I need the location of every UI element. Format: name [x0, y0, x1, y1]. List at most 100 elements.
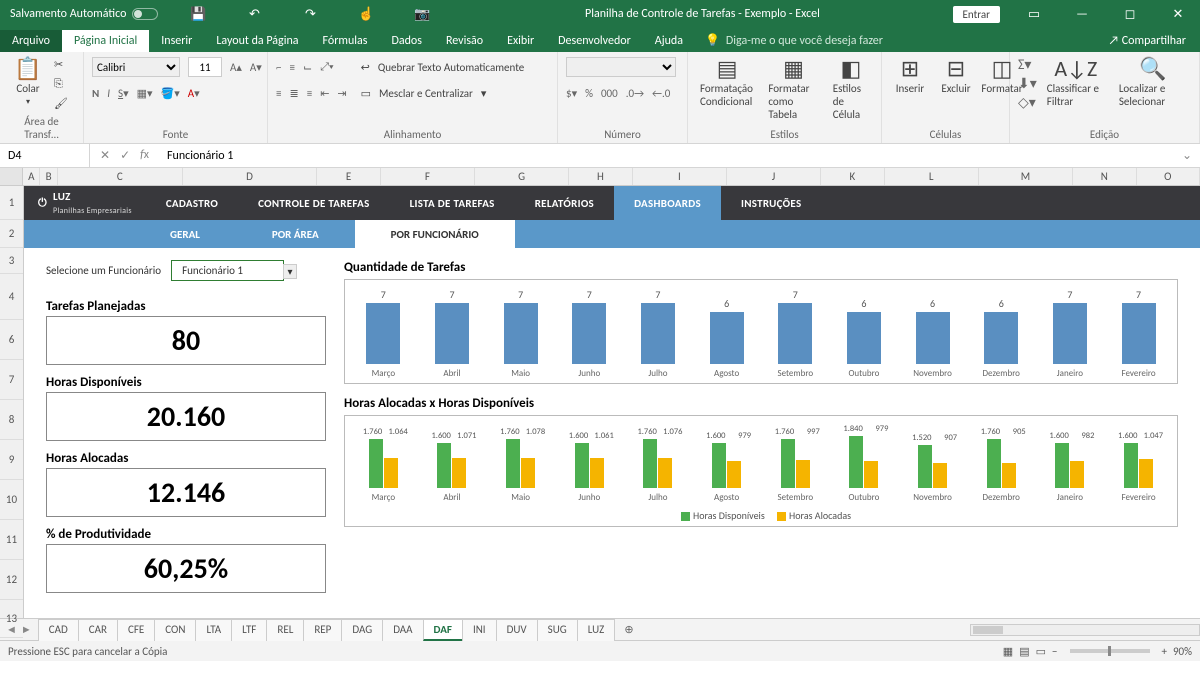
- font-color-icon[interactable]: A▾: [188, 87, 200, 100]
- tab-data[interactable]: Dados: [379, 30, 433, 52]
- delete-cells-button[interactable]: ⊟Excluir: [936, 56, 976, 97]
- align-top-icon[interactable]: ⌐: [276, 61, 281, 74]
- sub-nav-item[interactable]: POR FUNCIONÁRIO: [355, 220, 515, 248]
- dash-nav-item[interactable]: RELATÓRIOS: [515, 186, 614, 220]
- sub-nav-item[interactable]: POR ÁREA: [236, 220, 355, 248]
- sheet-tab[interactable]: LTA: [195, 619, 232, 641]
- format-painter-icon[interactable]: 🖌: [54, 97, 68, 110]
- align-left-icon[interactable]: ≡: [276, 87, 281, 100]
- name-box[interactable]: D4: [0, 144, 90, 167]
- normal-view-icon[interactable]: ▦: [1003, 645, 1013, 658]
- page-layout-icon[interactable]: ▤: [1019, 645, 1029, 658]
- ribbon-opts-icon[interactable]: ▭: [1012, 0, 1056, 28]
- indent-dec-icon[interactable]: ⇤: [320, 87, 329, 100]
- tab-layout[interactable]: Layout da Página: [204, 30, 310, 52]
- expand-formula-icon[interactable]: ⌄: [1182, 148, 1200, 163]
- zoom-slider[interactable]: [1070, 649, 1150, 653]
- sheet-tab[interactable]: LTF: [231, 619, 267, 641]
- dash-nav-item[interactable]: CADASTRO: [146, 186, 238, 220]
- bold-icon[interactable]: N: [92, 87, 99, 100]
- align-bottom-icon[interactable]: ⌙: [303, 61, 312, 74]
- orientation-icon[interactable]: ⤢▾: [320, 60, 333, 74]
- zoom-in-icon[interactable]: +: [1162, 645, 1167, 658]
- worksheet-canvas[interactable]: ⏻ LUZPlanilhas Empresariais CADASTROCONT…: [24, 186, 1200, 618]
- indent-inc-icon[interactable]: ⇥: [337, 87, 346, 100]
- row-headers[interactable]: 1234678910111213: [0, 186, 24, 618]
- conditional-format-button[interactable]: ▤Formatação Condicional: [696, 56, 758, 110]
- zoom-out-icon[interactable]: −: [1052, 645, 1057, 658]
- camera-icon[interactable]: 📷: [400, 0, 444, 28]
- sheet-tab[interactable]: DAA: [382, 619, 423, 641]
- column-headers[interactable]: ABCDEFGHIJKLMNO: [0, 168, 1200, 186]
- percent-icon[interactable]: %: [585, 87, 593, 100]
- fx-icon[interactable]: fx: [140, 148, 149, 163]
- tab-scroll-left-icon[interactable]: ◄: [6, 623, 17, 636]
- zoom-level[interactable]: 90%: [1173, 645, 1192, 658]
- employee-dropdown[interactable]: Funcionário 1: [171, 260, 284, 281]
- tab-insert[interactable]: Inserir: [149, 30, 204, 52]
- tab-developer[interactable]: Desenvolvedor: [546, 30, 643, 52]
- find-select-button[interactable]: 🔍Localizar e Selecionar: [1115, 56, 1191, 110]
- format-table-button[interactable]: ▦Formatar como Tabela: [764, 56, 822, 123]
- sheet-tab[interactable]: DAG: [341, 619, 383, 641]
- save-icon[interactable]: 💾: [176, 0, 220, 28]
- select-all-triangle[interactable]: [0, 168, 23, 185]
- dec-decimal-icon[interactable]: ←.0: [652, 87, 670, 100]
- copy-icon[interactable]: ⎘: [54, 77, 68, 91]
- formula-input[interactable]: Funcionário 1: [159, 149, 1182, 163]
- number-format-select[interactable]: [566, 57, 676, 77]
- tab-review[interactable]: Revisão: [434, 30, 495, 52]
- grow-font-icon[interactable]: A▴: [230, 61, 242, 74]
- dash-nav-item[interactable]: LISTA DE TAREFAS: [390, 186, 515, 220]
- tab-scroll-right-icon[interactable]: ►: [21, 623, 32, 636]
- maximize-icon[interactable]: ◻: [1108, 0, 1152, 28]
- accept-formula-icon[interactable]: ✓: [120, 148, 130, 163]
- sheet-tab[interactable]: INI: [462, 619, 497, 641]
- signin-button[interactable]: Entrar: [953, 6, 1000, 23]
- horizontal-scrollbar[interactable]: [970, 624, 1200, 636]
- close-icon[interactable]: ✕: [1156, 0, 1200, 28]
- tell-me-search[interactable]: 💡Diga-me o que você deseja fazer: [695, 29, 893, 52]
- sheet-tab[interactable]: LUZ: [577, 619, 616, 641]
- undo-icon[interactable]: ↶: [232, 0, 276, 28]
- sheet-tab[interactable]: REP: [303, 619, 342, 641]
- autosum-icon[interactable]: Σ▾: [1018, 56, 1037, 73]
- touch-icon[interactable]: ☝: [344, 0, 388, 28]
- sheet-tab[interactable]: DAF: [423, 619, 463, 641]
- sheet-tab[interactable]: DUV: [496, 619, 538, 641]
- inc-decimal-icon[interactable]: .0→: [626, 87, 644, 100]
- dash-nav-item[interactable]: DASHBOARDS: [614, 186, 721, 220]
- tab-home[interactable]: Página Inicial: [62, 30, 149, 52]
- font-size-input[interactable]: [188, 57, 222, 77]
- sheet-tab[interactable]: CAD: [38, 619, 79, 641]
- cut-icon[interactable]: ✂: [54, 58, 68, 71]
- sheet-tab[interactable]: SUG: [537, 619, 578, 641]
- tab-help[interactable]: Ajuda: [643, 30, 695, 52]
- dash-nav-item[interactable]: INSTRUÇÕES: [721, 186, 821, 220]
- tab-view[interactable]: Exibir: [495, 30, 546, 52]
- cell-styles-button[interactable]: ◧Estilos de Célula: [829, 56, 873, 123]
- align-right-icon[interactable]: ≡: [307, 87, 312, 100]
- comma-icon[interactable]: 000: [601, 87, 618, 100]
- fill-color-icon[interactable]: 🪣▾: [161, 87, 180, 100]
- share-button[interactable]: ↗ Compartilhar: [1094, 30, 1200, 52]
- sheet-tab[interactable]: CAR: [78, 619, 118, 641]
- tab-file[interactable]: Arquivo: [0, 30, 62, 52]
- sheet-tab[interactable]: REL: [266, 619, 304, 641]
- align-center-icon[interactable]: ≣: [289, 87, 298, 100]
- sort-filter-button[interactable]: A↓ZClassificar e Filtrar: [1043, 56, 1109, 110]
- minimize-icon[interactable]: —: [1060, 0, 1104, 28]
- sheet-tab[interactable]: CFE: [117, 619, 155, 641]
- page-break-icon[interactable]: ▭: [1036, 645, 1046, 658]
- cancel-formula-icon[interactable]: ✕: [100, 148, 110, 163]
- tab-formulas[interactable]: Fórmulas: [311, 30, 380, 52]
- clear-icon[interactable]: ◇▾: [1018, 94, 1037, 111]
- dash-nav-item[interactable]: CONTROLE DE TAREFAS: [238, 186, 389, 220]
- autosave-toggle[interactable]: Salvamento Automático: [0, 7, 168, 21]
- wrap-text-button[interactable]: ↩ Quebrar Texto Automaticamente: [361, 56, 525, 78]
- redo-icon[interactable]: ↷: [288, 0, 332, 28]
- italic-icon[interactable]: I: [107, 87, 110, 100]
- font-name-select[interactable]: Calibri: [92, 57, 180, 77]
- border-icon[interactable]: ▦▾: [137, 87, 153, 100]
- currency-icon[interactable]: $▾: [566, 87, 577, 100]
